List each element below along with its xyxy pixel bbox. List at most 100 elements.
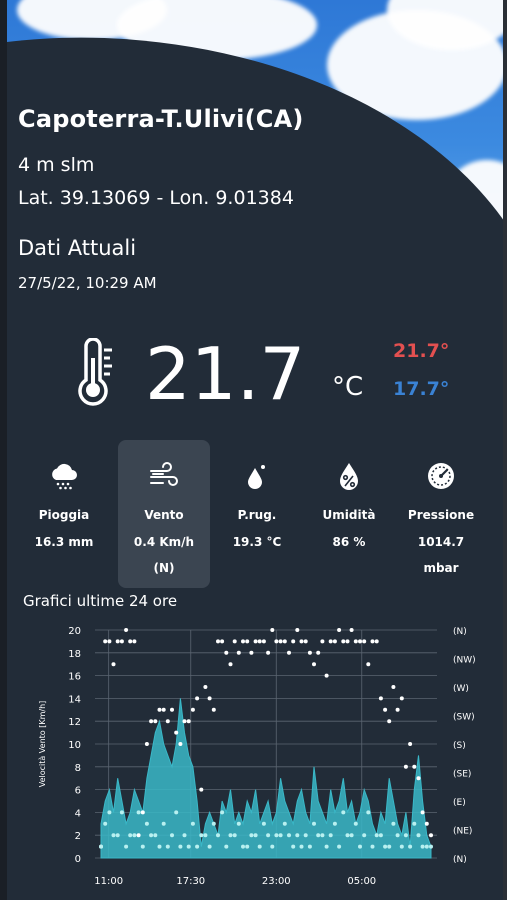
direction-point [199, 833, 204, 838]
wind-chart: 0 2 4 6 8 10 12 14 16 18 20 (N) (NE) (E) (SE) (S) (SW) (W… [38, 626, 476, 887]
direction-point [119, 810, 124, 815]
gust-point [211, 707, 216, 712]
current-temperature: 21.7 [145, 332, 306, 416]
direction-point [157, 844, 162, 849]
gust-point [383, 707, 388, 712]
direction-point [287, 833, 291, 838]
gust-point [119, 639, 124, 644]
gust-point [195, 696, 200, 701]
direction-point [374, 833, 379, 838]
y2-tick-label: (S) [453, 741, 466, 751]
wind-icon [150, 462, 178, 486]
direction-point [307, 844, 312, 849]
station-coordinates: Lat. 39.13069 - Lon. 9.01384 [18, 187, 294, 209]
gust-point [320, 639, 325, 644]
metric-label: Vento [144, 508, 184, 522]
direction-point [266, 833, 271, 838]
direction-point [324, 844, 329, 849]
gust-point [149, 719, 154, 724]
direction-point [362, 833, 367, 838]
gust-point [412, 764, 417, 769]
metric-humidity[interactable]: Umidità 86 % [303, 440, 395, 588]
gust-point [257, 639, 262, 644]
direction-point [278, 833, 283, 838]
direction-point [378, 833, 383, 838]
gust-point [207, 696, 212, 701]
direction-point [370, 844, 375, 849]
gust-point [337, 628, 342, 632]
app-screen: Capoterra-T.Ulivi(CA) 4 m slm Lat. 39.13… [0, 0, 507, 900]
metric-value: 16.3 mm [34, 535, 94, 549]
direction-point [358, 844, 362, 849]
y-tick-label: 16 [68, 672, 81, 683]
direction-point [153, 833, 158, 838]
direction-point [165, 844, 170, 849]
y-tick-label: 14 [68, 694, 81, 705]
direction-point [316, 833, 321, 838]
gust-point [161, 707, 166, 712]
x-tick-label: 23:00 [262, 876, 291, 887]
y2-tick-label: (SW) [453, 713, 475, 723]
direction-point [241, 844, 245, 849]
gust-point [370, 639, 375, 644]
gust-point [424, 821, 429, 826]
gust-point [174, 730, 179, 735]
gust-point [353, 639, 358, 644]
gust-point [107, 639, 112, 644]
gust-point [115, 639, 120, 644]
gust-point [303, 639, 308, 644]
metric-wind[interactable]: Vento 0.4 Km/h (N) [118, 440, 210, 588]
direction-point [332, 821, 337, 826]
max-temperature: 21.7° [393, 340, 450, 362]
gust-point [295, 628, 300, 632]
temperature-unit: °C [332, 372, 364, 402]
direction-point [207, 844, 212, 849]
direction-point [111, 833, 116, 838]
direction-point [395, 833, 400, 838]
y2-tick-label: (W) [453, 684, 469, 694]
y2-tick-label: (NE) [453, 827, 472, 837]
gust-point [282, 639, 287, 644]
y-tick-label: 0 [75, 854, 81, 865]
direction-point [261, 821, 266, 826]
gust-point [203, 685, 208, 689]
direction-point [170, 833, 174, 838]
metric-label: Pioggia [38, 508, 90, 522]
direction-point [349, 833, 354, 838]
gust-point [220, 639, 225, 644]
gust-point [408, 742, 413, 746]
gust-point [144, 742, 149, 746]
direction-point [416, 833, 421, 838]
metric-rain[interactable]: Pioggia 16.3 mm [18, 440, 110, 588]
y2-tick-label: (N) [453, 855, 467, 865]
direction-point [236, 821, 241, 826]
gust-point [403, 764, 408, 769]
direction-point [245, 844, 250, 849]
metric-pressure[interactable]: Pressione 1014.7 mbar [395, 440, 487, 588]
direction-point [366, 810, 371, 815]
direction-point [220, 810, 225, 815]
direction-point [103, 821, 108, 826]
metric-value: 0.4 Km/h [133, 535, 195, 549]
gust-point [341, 639, 346, 644]
metric-dewpoint[interactable]: P.rug. 19.3 °C [211, 440, 303, 588]
gust-point [349, 628, 354, 632]
station-name: Capoterra-T.Ulivi(CA) [18, 105, 304, 133]
gust-point [387, 719, 392, 724]
gust-point [261, 639, 266, 644]
direction-point [228, 833, 233, 838]
direction-point [408, 844, 413, 849]
gust-point [228, 662, 233, 667]
gust-point [124, 628, 129, 632]
gust-point [345, 639, 350, 644]
gust-point [157, 707, 162, 712]
direction-point [299, 844, 304, 849]
gust-point [395, 707, 400, 712]
direction-point [341, 810, 346, 815]
gust-point [291, 639, 296, 644]
y-tick-label: 20 [68, 626, 81, 637]
gust-point [416, 776, 421, 781]
y2-tick-label: (NW) [453, 656, 476, 666]
gust-point [170, 707, 174, 712]
section-title: Dati Attuali [18, 236, 137, 260]
